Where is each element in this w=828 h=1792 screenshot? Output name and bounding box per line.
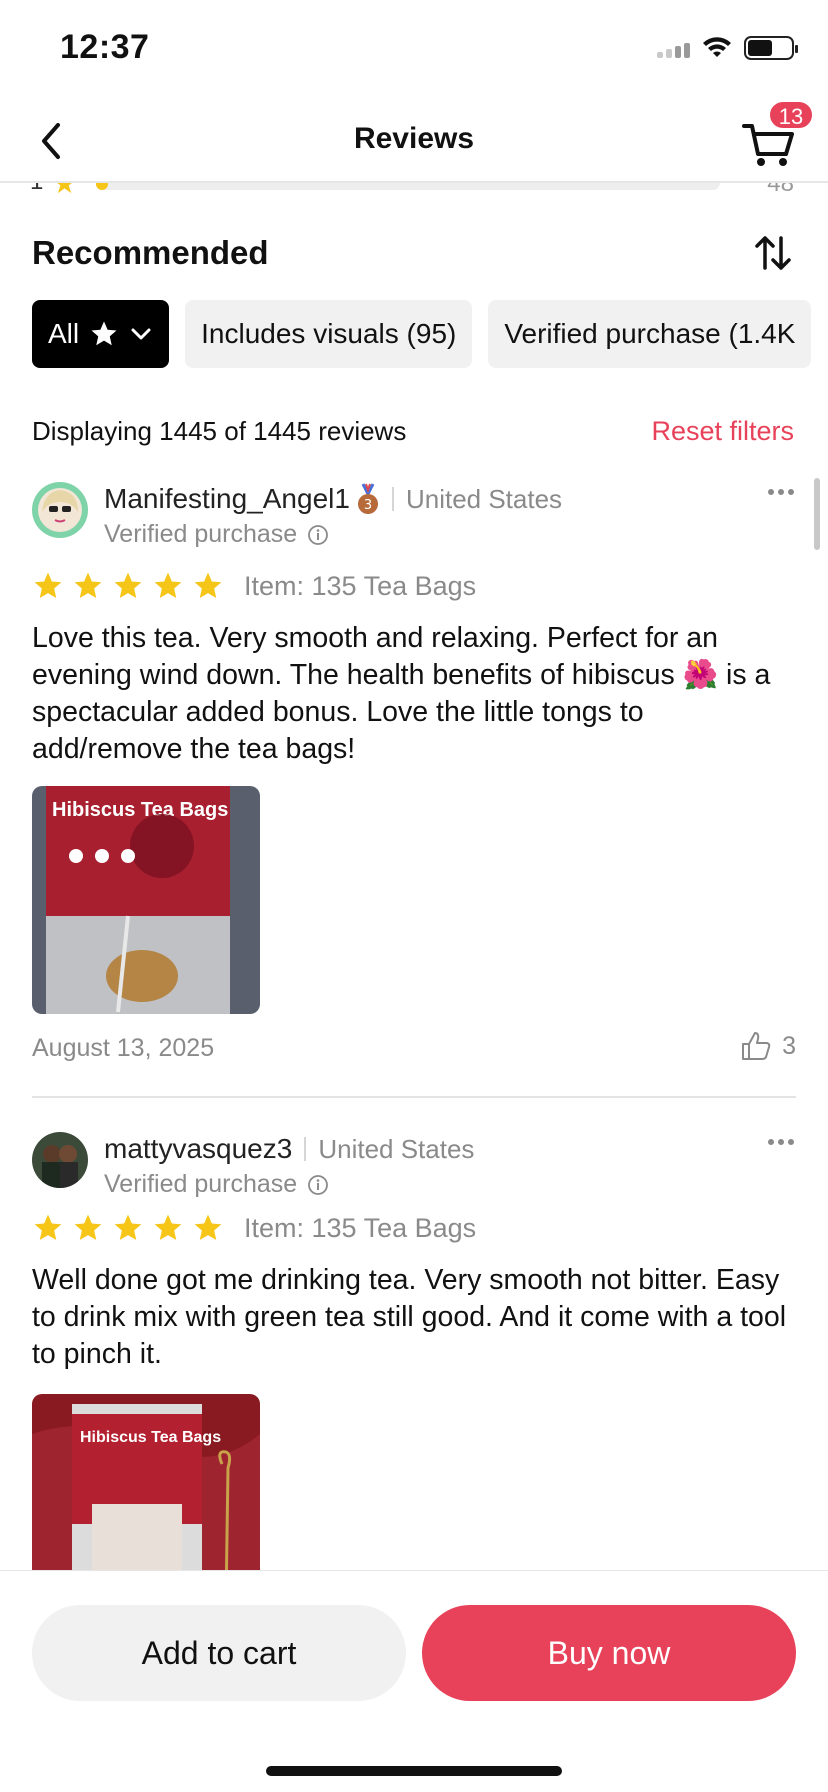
review-text: Love this tea. Very smooth and relaxing.… [32, 622, 771, 765]
rating-row-label: 1 [30, 182, 43, 196]
review-rating-line: Item: 135 Tea Bags [32, 1212, 476, 1244]
verified-label: Verified purchase [104, 520, 298, 548]
review-photo[interactable]: Hibiscus Tea Bags [32, 786, 260, 1014]
star-rating [32, 1212, 224, 1244]
star-icon [194, 572, 222, 598]
filter-verified-chip[interactable]: Verified purchase (1.4K [488, 300, 812, 368]
helpful-button[interactable]: 3 [740, 1030, 796, 1062]
rating-distribution-row: 1 ★ 48 [0, 182, 828, 196]
battery-icon [744, 36, 798, 60]
cart-count-badge: 13 [768, 100, 814, 130]
wifi-icon [703, 37, 731, 57]
star-icon [74, 572, 102, 598]
verified-label: Verified purchase [104, 1170, 298, 1198]
svg-text:3: 3 [364, 498, 372, 513]
star-icon [154, 1214, 182, 1240]
review-count-text: Displaying 1445 of 1445 reviews [32, 416, 407, 446]
filter-visuals-chip[interactable]: Includes visuals (95) [185, 300, 473, 368]
filter-all-label: All [48, 318, 80, 349]
add-to-cart-button[interactable]: Add to cart [32, 1605, 406, 1701]
photo-label: Hibiscus Tea Bags [52, 799, 228, 821]
rating-bar [96, 182, 720, 190]
nav-divider [0, 181, 828, 183]
separator [304, 1137, 307, 1161]
scrollbar[interactable] [814, 478, 820, 550]
review-user-line: Manifesting_Angel1 3 United States [104, 482, 562, 516]
signal-icon [657, 38, 690, 58]
star-icon [114, 1214, 142, 1240]
sort-icon [755, 236, 791, 270]
bottom-action-bar: Add to cart Buy now [0, 1570, 828, 1792]
photo-label: Hibiscus Tea Bags [80, 1429, 221, 1446]
verified-purchase: Verified purchase [104, 520, 329, 549]
separator [391, 487, 394, 511]
star-icon [74, 1214, 102, 1240]
reviewer-name[interactable]: mattyvasquez3 [104, 1133, 292, 1165]
star-icon [114, 572, 142, 598]
chevron-down-icon [131, 328, 151, 340]
star-icon [91, 321, 117, 346]
helpful-count: 3 [782, 1031, 796, 1060]
more-icon[interactable] [766, 1132, 796, 1152]
home-indicator[interactable] [266, 1766, 562, 1776]
sort-title[interactable]: Recommended [32, 234, 269, 272]
star-icon [194, 1214, 222, 1240]
avatar[interactable] [32, 1132, 88, 1188]
status-time: 12:37 [60, 28, 150, 66]
reviewer-country: United States [405, 483, 563, 514]
review-divider [32, 1096, 796, 1098]
filter-all-chip[interactable]: All [32, 300, 170, 368]
info-icon[interactable] [307, 1174, 329, 1196]
review-date: August 13, 2025 [32, 1034, 215, 1062]
info-icon[interactable] [307, 524, 329, 546]
status-bar: 12:37 [0, 0, 828, 100]
reset-filters-link[interactable]: Reset filters [651, 416, 794, 447]
review-user-line: mattyvasquez3 United States [104, 1132, 474, 1166]
star-rating [32, 570, 224, 602]
sort-button[interactable] [752, 232, 794, 274]
page-title: Reviews [353, 122, 475, 155]
more-icon[interactable] [766, 482, 796, 502]
medal-icon: 3 [357, 483, 378, 514]
star-icon [34, 1214, 62, 1240]
star-icon [34, 572, 62, 598]
filter-chips: All Includes visuals (95) Verified purch… [32, 300, 812, 368]
avatar[interactable] [32, 482, 88, 538]
star-icon: ★ [52, 182, 77, 196]
thumbs-up-icon [742, 1032, 771, 1060]
buy-now-button[interactable]: Buy now [422, 1605, 796, 1701]
nav-bar: Reviews [0, 100, 828, 182]
review-text: Well done got me drinking tea. Very smoo… [32, 1264, 787, 1370]
reviewer-name[interactable]: Manifesting_Angel1 [104, 483, 350, 515]
rating-row-count: 48 [767, 182, 794, 196]
item-variant: Item: 135 Tea Bags [244, 570, 477, 601]
review-rating-line: Item: 135 Tea Bags [32, 570, 476, 602]
reviewer-country: United States [318, 1133, 475, 1164]
status-icons [657, 36, 798, 60]
star-icon [154, 572, 182, 598]
verified-purchase: Verified purchase [104, 1170, 329, 1199]
item-variant: Item: 135 Tea Bags [244, 1212, 477, 1243]
